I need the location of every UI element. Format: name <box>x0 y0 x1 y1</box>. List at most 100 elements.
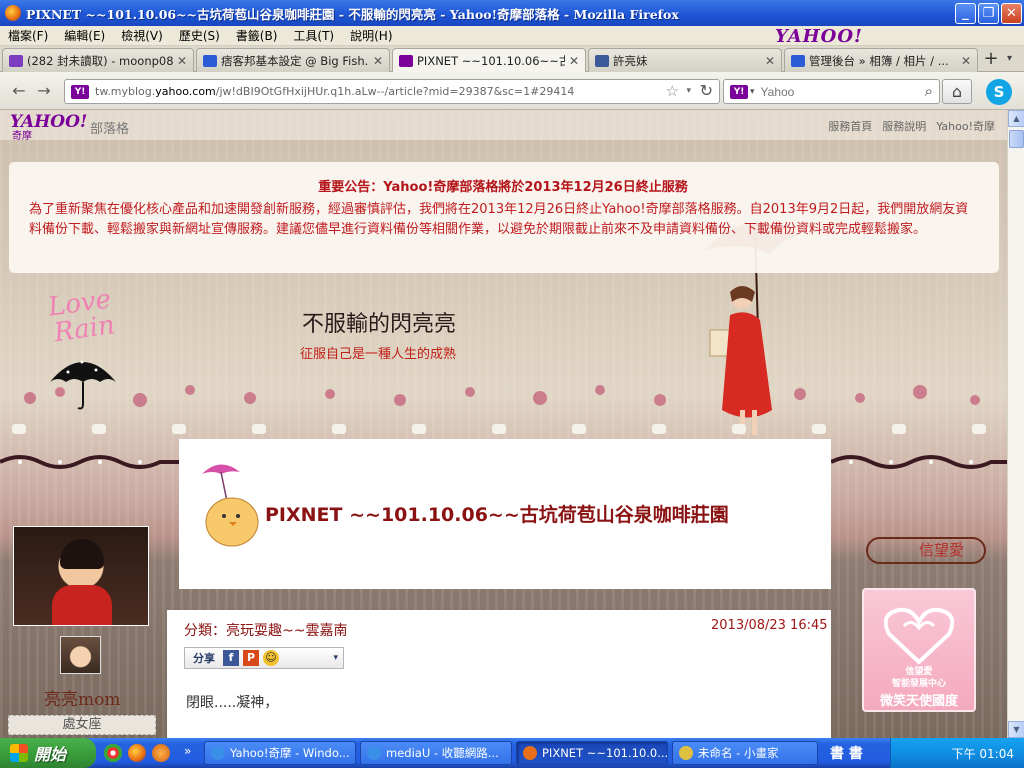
pixnet-icon <box>791 54 805 67</box>
menu-bookmarks[interactable]: 書籤(B) <box>228 27 286 44</box>
nav-yahoo-kimo-link[interactable]: Yahoo!奇摩 <box>936 118 995 134</box>
author-name[interactable]: 亮亮mom <box>44 685 120 710</box>
chrome-icon[interactable] <box>104 744 122 762</box>
mail-icon <box>9 54 23 67</box>
close-button[interactable]: ✕ <box>1001 3 1022 24</box>
nav-service-home-link[interactable]: 服務首頁 <box>828 118 872 134</box>
blog-top-nav: 服務首頁 服務說明 Yahoo!奇摩 <box>828 118 995 134</box>
blog-service-label[interactable]: 部落格 <box>90 118 129 137</box>
task-firefox-pixnet[interactable]: PIXNET ~~101.10.0... <box>516 741 668 765</box>
paint-icon <box>679 746 693 760</box>
menu-view[interactable]: 檢視(V) <box>113 27 171 44</box>
list-tabs-button[interactable]: ▾ <box>1007 53 1012 64</box>
tab-close-icon[interactable]: ✕ <box>961 54 971 68</box>
search-engine-dropdown-icon[interactable]: ▾ <box>750 87 755 97</box>
ime-indicator[interactable]: 書 書 <box>830 743 863 763</box>
task-paint[interactable]: 未命名 - 小畫家 <box>672 741 818 765</box>
new-tab-button[interactable]: + <box>979 49 1003 71</box>
url-dropdown-icon[interactable]: ▾ <box>686 86 691 96</box>
task-label: PIXNET ~~101.10.0... <box>542 746 668 760</box>
blog-header-bar: YAHOO! 奇摩 部落格 服務首頁 服務說明 Yahoo!奇摩 <box>0 110 1007 142</box>
skype-icon[interactable]: S <box>986 79 1012 105</box>
task-yahoo-ie[interactable]: Yahoo!奇摩 - Windo... <box>204 741 356 765</box>
menu-file[interactable]: 檔案(F) <box>0 27 56 44</box>
tab-facebook[interactable]: 許亮妹 ✕ <box>588 48 782 72</box>
maximize-button[interactable]: ❐ <box>978 3 999 24</box>
task-label: 未命名 - 小畫家 <box>698 746 779 760</box>
menu-help[interactable]: 說明(H) <box>342 27 400 44</box>
plurk-share-icon[interactable]: P <box>243 650 259 666</box>
search-input[interactable] <box>760 84 911 99</box>
search-icon[interactable]: ⌕ <box>925 82 933 100</box>
hope-center-name: 信望愛 智能發展中心 <box>891 667 946 689</box>
hope-love-center-badge[interactable]: 信望愛 智能發展中心 微笑天使國度 <box>862 588 976 712</box>
url-text[interactable]: tw.myblog.yahoo.com/jw!dBI9OtGfHxijHUr.q… <box>95 85 655 98</box>
tab-close-icon[interactable]: ✕ <box>177 54 187 68</box>
hope-love-banner[interactable]: 信望愛 <box>866 537 986 564</box>
author-avatar[interactable] <box>60 636 101 674</box>
post-title[interactable]: PIXNET ~~101.10.06~~古坑荷苞山谷泉咖啡莊園 <box>265 500 729 527</box>
facebook-share-icon[interactable]: f <box>223 650 239 666</box>
emoji-share-icon[interactable]: ☺ <box>263 650 279 666</box>
service-end-notice: 重要公告：Yahoo!奇摩部落格將於2013年12月26日終止服務 為了重新聚焦… <box>9 162 999 273</box>
window-title: PIXNET ~~101.10.06~~古坑荷苞山谷泉咖啡莊園 - 不服輸的閃亮… <box>26 6 679 22</box>
search-bar[interactable]: Y! ▾ ⌕ <box>723 79 940 104</box>
blog-subtitle: 征服自己是一種人生的成熟 <box>300 347 457 362</box>
tab-pixnet-settings[interactable]: 痞客邦基本設定 @ Big Fish... ✕ <box>196 48 390 72</box>
quicklaunch-more-icon[interactable]: » <box>184 744 191 758</box>
share-label[interactable]: 分享 <box>185 650 223 666</box>
bookmark-star-icon[interactable]: ☆ <box>666 82 679 100</box>
scroll-down-button[interactable]: ▼ <box>1008 721 1024 738</box>
minimize-button[interactable]: _ <box>955 3 976 24</box>
post-category[interactable]: 分類：亮玩耍趣~~雲嘉南 <box>184 620 347 640</box>
facebook-icon <box>595 54 609 67</box>
windows-taskbar: 開始 » Yahoo!奇摩 - Windo... mediaU - 收聽網路..… <box>0 738 1024 768</box>
tab-mail[interactable]: (282 封未讀取) - moonp082... ✕ <box>2 48 194 72</box>
task-label: Yahoo!奇摩 - Windo... <box>230 746 350 760</box>
lace-border-left-decoration <box>0 455 180 469</box>
hearts-icon <box>883 607 955 665</box>
home-button[interactable]: ⌂ <box>942 79 972 104</box>
nav-service-help-link[interactable]: 服務說明 <box>882 118 926 134</box>
share-dropdown-icon[interactable]: ▾ <box>333 653 338 663</box>
yahoo-toolbar-logo[interactable]: YAHOO! <box>775 26 863 47</box>
menu-history[interactable]: 歷史(S) <box>171 27 228 44</box>
yahoo-kimo-logo-sub: 奇摩 <box>12 131 32 142</box>
tab-close-icon[interactable]: ✕ <box>569 54 579 68</box>
post-body-text: 閉眼.....凝神， <box>186 695 279 711</box>
reload-icon[interactable]: ↻ <box>700 81 713 100</box>
window-titlebar[interactable]: PIXNET ~~101.10.06~~古坑荷苞山谷泉咖啡莊園 - 不服輸的閃亮… <box>0 0 1024 26</box>
start-button[interactable]: 開始 <box>0 738 96 768</box>
post-date: 2013/08/23 16:45 <box>711 618 828 633</box>
task-mediau[interactable]: mediaU - 收聽網路... <box>360 741 512 765</box>
firefox-quicklaunch-icon[interactable] <box>128 744 146 762</box>
tab-label: 痞客邦基本設定 @ Big Fish... <box>221 53 369 68</box>
back-button[interactable]: ← <box>8 80 30 102</box>
firefox-icon <box>523 746 537 760</box>
ie-icon <box>211 746 225 760</box>
blog-title[interactable]: 不服輸的閃亮亮 <box>302 306 456 338</box>
notice-title: 重要公告：Yahoo!奇摩部落格將於2013年12月26日終止服務 <box>318 180 688 195</box>
tab-close-icon[interactable]: ✕ <box>765 54 775 68</box>
tab-admin-album[interactable]: 管理後台 » 相簿 / 相片 / ... ✕ <box>784 48 978 72</box>
menu-bar: 檔案(F) 編輯(E) 檢視(V) 歷史(S) 書籤(B) 工具(T) 說明(H… <box>0 26 1024 47</box>
windows-flag-icon <box>10 744 28 762</box>
teacup-row-decoration <box>12 424 986 434</box>
scroll-thumb[interactable] <box>1009 130 1024 148</box>
menu-tools[interactable]: 工具(T) <box>285 27 342 44</box>
tab-current-post[interactable]: PIXNET ~~101.10.06~~古坑... ✕ <box>392 48 586 73</box>
scroll-up-button[interactable]: ▲ <box>1008 110 1024 127</box>
vertical-scrollbar[interactable]: ▲ ▼ <box>1007 110 1024 738</box>
yahoo-icon <box>399 55 413 67</box>
forward-button[interactable]: → <box>33 80 55 102</box>
tray-clock[interactable]: 下午 01:04 <box>952 745 1014 762</box>
tab-label: PIXNET ~~101.10.06~~古坑... <box>417 54 565 68</box>
tab-close-icon[interactable]: ✕ <box>373 54 383 68</box>
url-bar[interactable]: Y! tw.myblog.yahoo.com/jw!dBI9OtGfHxijHU… <box>64 79 720 104</box>
app-quicklaunch-icon[interactable] <box>152 744 170 762</box>
search-engine-icon[interactable]: Y! <box>730 84 748 99</box>
author-photo-large[interactable] <box>13 526 149 626</box>
tab-label: (282 封未讀取) - moonp082... <box>27 53 173 68</box>
flower-strip-decoration <box>24 385 980 407</box>
menu-edit[interactable]: 編輯(E) <box>56 27 113 44</box>
